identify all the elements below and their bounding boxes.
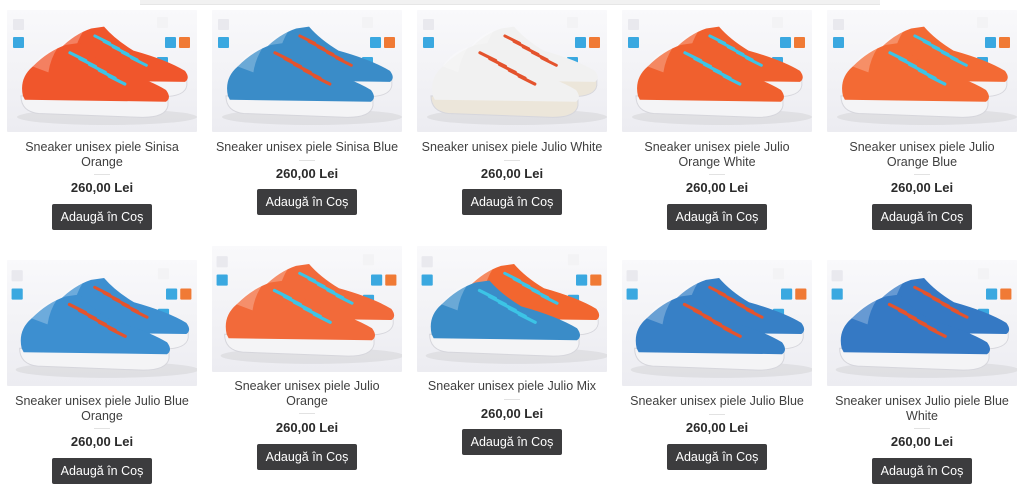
add-to-cart-button[interactable]: Adaugă în Coș — [872, 458, 972, 484]
product-price: 260,00 Lei — [685, 180, 749, 195]
add-to-cart-button[interactable]: Adaugă în Coș — [52, 458, 152, 484]
sneaker-pair-icon — [421, 254, 607, 364]
product-title[interactable]: Sneaker unisex piele Julio White — [417, 140, 607, 155]
title-divider — [94, 428, 110, 429]
product-price: 260,00 Lei — [890, 180, 954, 195]
product-image[interactable] — [212, 10, 402, 132]
product-title[interactable]: Sneaker unisex piele Sinisa Orange — [7, 140, 197, 170]
product-price: 260,00 Lei — [685, 420, 749, 435]
add-to-cart-button[interactable]: Adaugă în Coș — [462, 429, 562, 455]
sneaker-pair-icon — [628, 17, 812, 125]
product-price: 260,00 Lei — [70, 180, 134, 195]
sneaker-pair-icon — [626, 268, 812, 378]
product-price: 260,00 Lei — [480, 406, 544, 421]
title-divider — [504, 160, 520, 161]
product-title[interactable]: Sneaker unisex Julio piele Blue White — [827, 394, 1017, 424]
header-divider — [140, 0, 880, 5]
product-title[interactable]: Sneaker unisex piele Julio Blue — [622, 394, 812, 409]
sneaker-pair-icon — [833, 17, 1017, 125]
product-image[interactable] — [7, 10, 197, 132]
product-title[interactable]: Sneaker unisex piele Sinisa Blue — [212, 140, 402, 155]
title-divider — [709, 414, 725, 415]
sneaker-pair-icon — [423, 17, 607, 125]
product-price: 260,00 Lei — [275, 420, 339, 435]
product-image[interactable] — [827, 260, 1017, 386]
product-price: 260,00 Lei — [480, 166, 544, 181]
product-image[interactable] — [7, 260, 197, 386]
add-to-cart-button[interactable]: Adaugă în Coș — [462, 189, 562, 215]
add-to-cart-button[interactable]: Adaugă în Coș — [257, 189, 357, 215]
sneaker-pair-icon — [218, 17, 402, 125]
add-to-cart-button[interactable]: Adaugă în Coș — [872, 204, 972, 230]
add-to-cart-button[interactable]: Adaugă în Coș — [52, 204, 152, 230]
product-image[interactable] — [212, 246, 402, 372]
product-price: 260,00 Lei — [275, 166, 339, 181]
product-price: 260,00 Lei — [70, 434, 134, 449]
product-image[interactable] — [827, 10, 1017, 132]
product-title[interactable]: Sneaker unisex piele Julio Orange White — [622, 140, 812, 170]
title-divider — [504, 399, 520, 400]
title-divider — [709, 174, 725, 175]
title-divider — [914, 428, 930, 429]
product-image[interactable] — [622, 10, 812, 132]
title-divider — [299, 160, 315, 161]
product-title[interactable]: Sneaker unisex piele Julio Orange — [212, 379, 402, 409]
sneaker-pair-icon — [831, 268, 1017, 378]
product-image[interactable] — [417, 246, 607, 372]
product-image[interactable] — [417, 10, 607, 132]
sneaker-pair-icon — [13, 17, 197, 125]
product-title[interactable]: Sneaker unisex piele Julio Mix — [417, 379, 607, 394]
add-to-cart-button[interactable]: Adaugă în Coș — [667, 444, 767, 470]
sneaker-pair-icon — [216, 254, 402, 364]
product-title[interactable]: Sneaker unisex piele Julio Blue Orange — [7, 394, 197, 424]
add-to-cart-button[interactable]: Adaugă în Coș — [667, 204, 767, 230]
product-price: 260,00 Lei — [890, 434, 954, 449]
product-image[interactable] — [622, 260, 812, 386]
sneaker-pair-icon — [11, 268, 197, 378]
product-title[interactable]: Sneaker unisex piele Julio Orange Blue — [827, 140, 1017, 170]
title-divider — [914, 174, 930, 175]
title-divider — [299, 413, 315, 414]
add-to-cart-button[interactable]: Adaugă în Coș — [257, 444, 357, 470]
title-divider — [94, 174, 110, 175]
